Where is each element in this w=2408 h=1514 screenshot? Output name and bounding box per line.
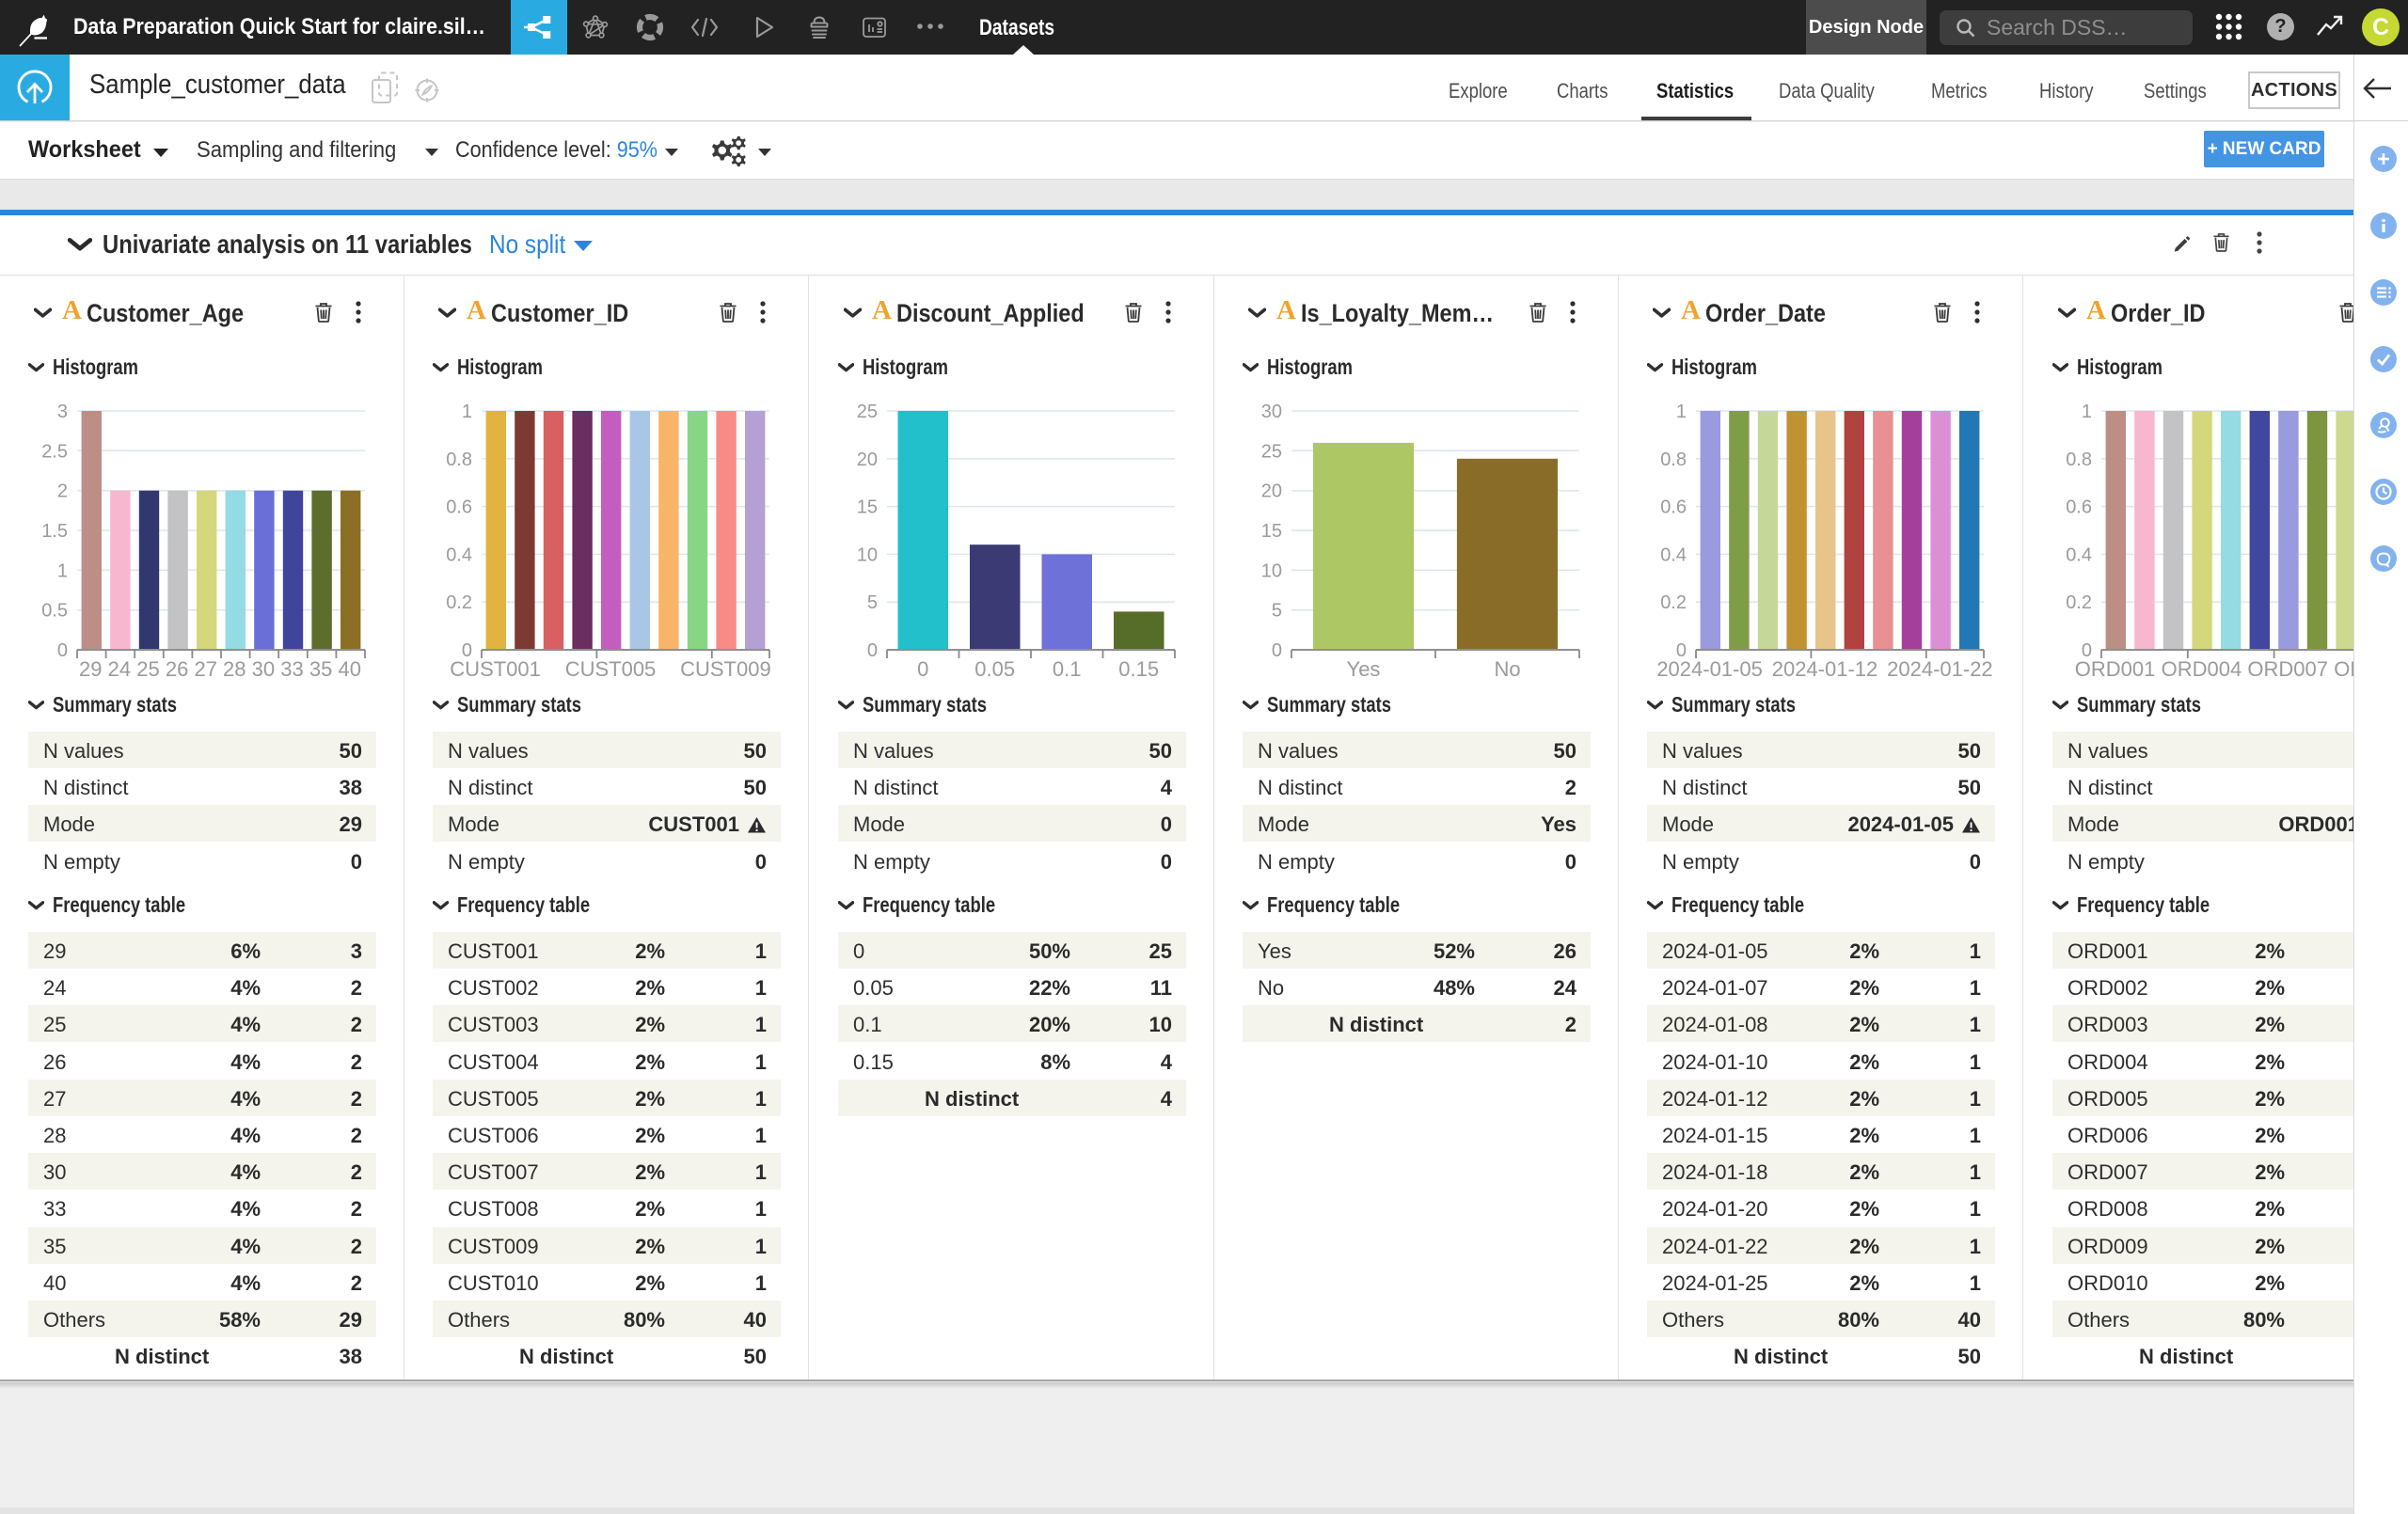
svg-text:0.15: 0.15	[1118, 657, 1159, 681]
svg-text:29: 29	[79, 657, 102, 681]
svg-text:0.2: 0.2	[1660, 592, 1687, 613]
svg-text:No: No	[1494, 657, 1520, 681]
svg-text:CUST005: CUST005	[565, 657, 657, 681]
svg-text:5: 5	[1272, 601, 1282, 622]
svg-text:35: 35	[309, 657, 332, 681]
svg-text:3: 3	[57, 402, 68, 422]
svg-text:2024-01-05: 2024-01-05	[1656, 657, 1763, 681]
svg-text:2.5: 2.5	[41, 441, 68, 462]
svg-text:20: 20	[1261, 481, 1282, 502]
svg-text:33: 33	[280, 657, 303, 681]
svg-text:CUST009: CUST009	[680, 657, 771, 681]
svg-text:0.8: 0.8	[1660, 449, 1687, 470]
svg-text:ORD001: ORD001	[2075, 657, 2156, 681]
svg-text:30: 30	[252, 657, 275, 681]
svg-text:15: 15	[857, 497, 878, 518]
svg-text:0.8: 0.8	[2066, 449, 2092, 470]
svg-text:1.5: 1.5	[41, 521, 68, 542]
svg-text:0.6: 0.6	[1660, 497, 1687, 518]
svg-text:0.1: 0.1	[1053, 657, 1082, 681]
svg-text:0.8: 0.8	[446, 449, 472, 470]
svg-text:2024-01-12: 2024-01-12	[1772, 657, 1878, 681]
svg-text:0.6: 0.6	[446, 497, 472, 518]
svg-text:2024-01-22: 2024-01-22	[1887, 657, 1993, 681]
svg-text:30: 30	[1261, 402, 1282, 422]
svg-text:10: 10	[857, 544, 878, 565]
svg-text:25: 25	[857, 402, 878, 422]
svg-text:0.2: 0.2	[446, 592, 472, 613]
svg-text:ORD010: ORD010	[2334, 657, 2353, 681]
svg-text:27: 27	[194, 657, 216, 681]
svg-text:0: 0	[867, 640, 878, 661]
svg-text:0.6: 0.6	[2066, 497, 2092, 518]
svg-text:ORD007: ORD007	[2247, 657, 2328, 681]
svg-text:0.5: 0.5	[41, 601, 68, 622]
svg-text:1: 1	[2082, 402, 2092, 422]
svg-text:1: 1	[57, 560, 68, 581]
svg-text:ORD004: ORD004	[2162, 657, 2242, 681]
svg-text:0.4: 0.4	[1660, 544, 1687, 565]
svg-text:Yes: Yes	[1347, 657, 1381, 681]
svg-text:0: 0	[57, 640, 68, 661]
svg-text:25: 25	[1261, 441, 1282, 462]
svg-text:CUST001: CUST001	[450, 657, 541, 681]
svg-text:0.2: 0.2	[2066, 592, 2092, 613]
svg-text:1: 1	[1676, 402, 1687, 422]
svg-text:2: 2	[57, 481, 68, 502]
svg-text:24: 24	[108, 657, 131, 681]
svg-text:0.4: 0.4	[2066, 544, 2092, 565]
svg-text:10: 10	[1261, 560, 1282, 581]
svg-text:5: 5	[867, 592, 878, 613]
svg-text:1: 1	[462, 402, 472, 422]
svg-text:20: 20	[857, 449, 878, 470]
svg-text:0: 0	[1272, 640, 1282, 661]
svg-text:0: 0	[917, 657, 928, 681]
svg-text:28: 28	[223, 657, 246, 681]
svg-text:40: 40	[338, 657, 360, 681]
svg-text:0.4: 0.4	[446, 544, 472, 565]
svg-text:26: 26	[166, 657, 188, 681]
svg-text:0.05: 0.05	[974, 657, 1015, 681]
svg-text:15: 15	[1261, 521, 1282, 542]
svg-text:25: 25	[136, 657, 159, 681]
